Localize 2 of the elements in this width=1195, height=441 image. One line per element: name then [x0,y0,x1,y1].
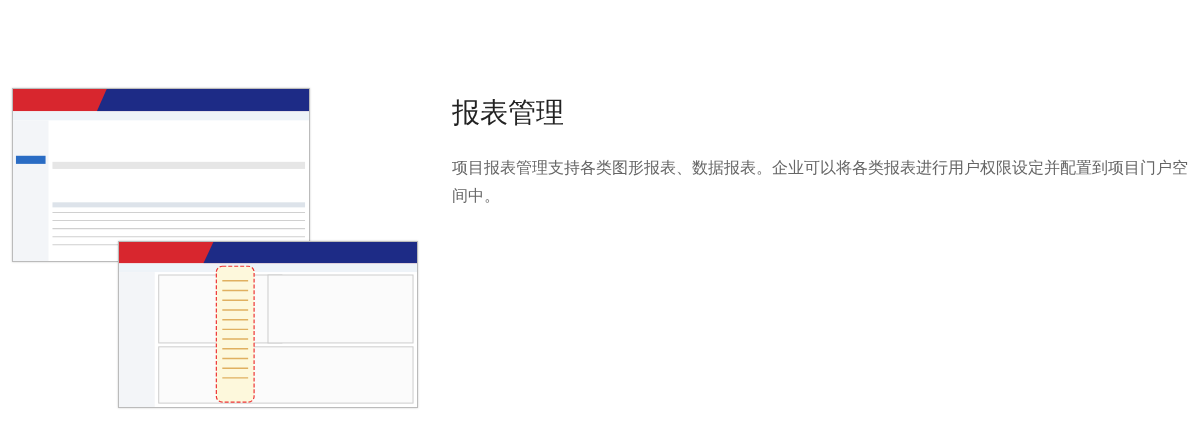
section-title: 报表管理 [452,96,565,130]
section-description: 项目报表管理支持各类图形报表、数据报表。企业可以将各类报表进行用户权限设定并配置到项目门户空间中。 [452,157,1189,208]
